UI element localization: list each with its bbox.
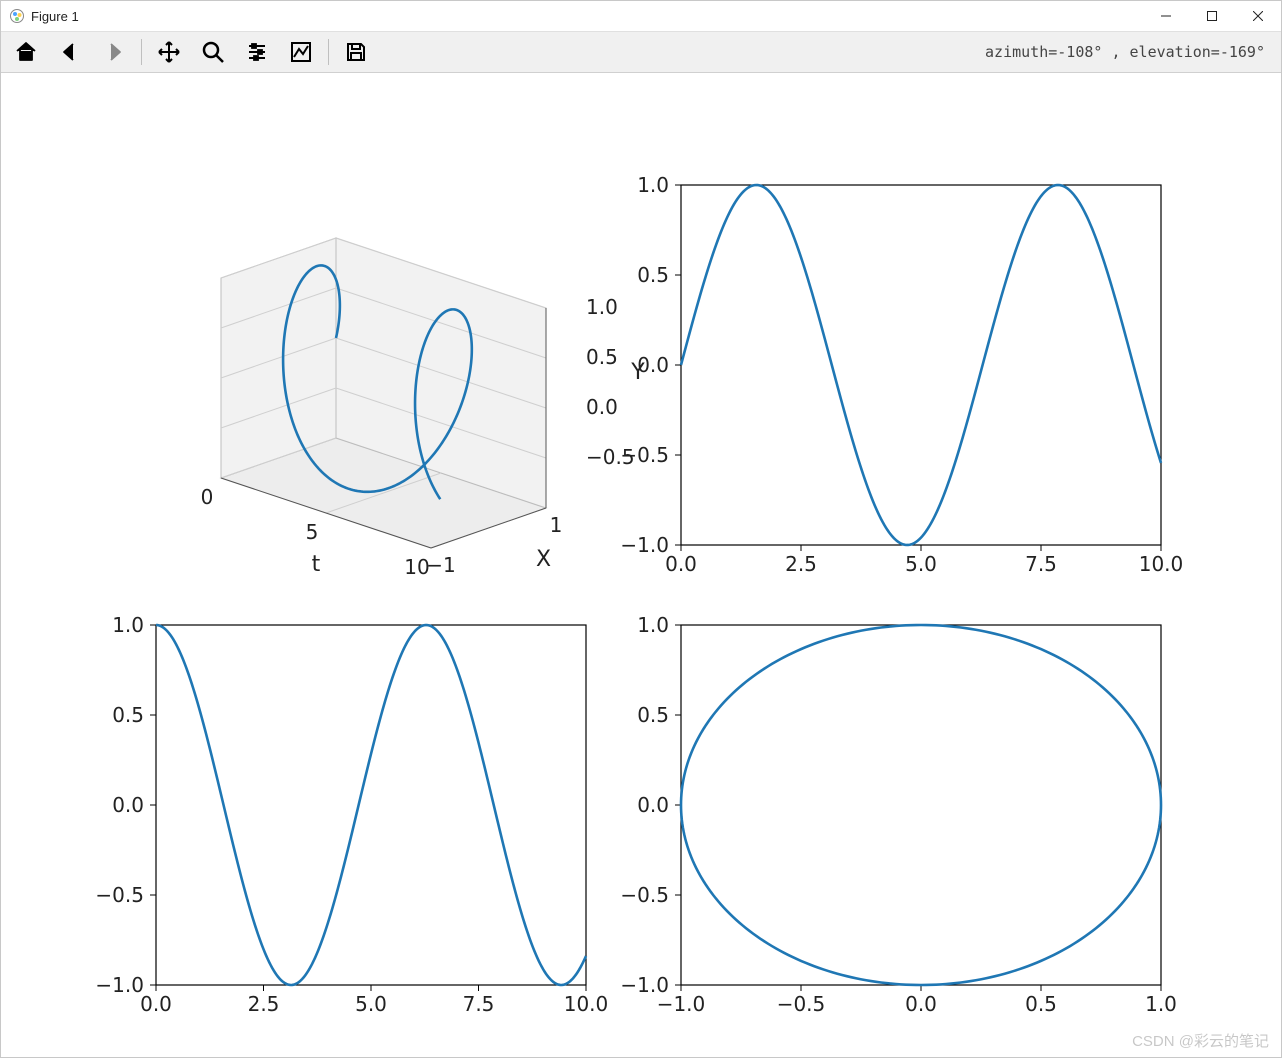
svg-text:0.0: 0.0 [905,992,937,1016]
svg-text:5.0: 5.0 [355,992,387,1016]
svg-text:5.0: 5.0 [905,552,937,576]
svg-text:−0.5: −0.5 [777,992,826,1016]
svg-text:1: 1 [550,513,563,537]
save-icon[interactable] [335,33,377,71]
subplot-p22: −1.0−0.50.00.51.0−1.0−0.50.00.51.0 [620,613,1176,1016]
svg-text:−1.0: −1.0 [620,973,669,997]
pan-icon[interactable] [148,33,190,71]
forward-icon[interactable] [93,33,135,71]
svg-text:0.5: 0.5 [637,703,669,727]
app-window: Figure 1 azimuth=-108° , elevation=-169°… [0,0,1282,1058]
toolbar-separator [141,39,142,65]
svg-text:0.0: 0.0 [637,793,669,817]
svg-text:−1.0: −1.0 [620,533,669,557]
svg-text:10.0: 10.0 [564,992,609,1016]
svg-text:2.5: 2.5 [785,552,817,576]
home-icon[interactable] [5,33,47,71]
svg-text:0.5: 0.5 [112,703,144,727]
svg-text:−0.5: −0.5 [620,883,669,907]
svg-text:X: X [536,547,551,572]
svg-text:0.0: 0.0 [665,552,697,576]
edit-axes-icon[interactable] [280,33,322,71]
titlebar: Figure 1 [1,1,1281,32]
svg-text:1.0: 1.0 [637,613,669,637]
configure-subplots-icon[interactable] [236,33,278,71]
svg-text:7.5: 7.5 [1025,552,1057,576]
app-icon [9,8,25,24]
svg-text:t: t [312,552,321,577]
svg-text:−0.5: −0.5 [586,445,635,469]
matplotlib-toolbar: azimuth=-108° , elevation=-169° [1,32,1281,73]
subplot-p21: 0.0 2.5 5.0 7.5 10.0 −1.0 −0.5 0.0 0.5 1.0 [95,613,608,1016]
minimize-button[interactable] [1143,1,1189,31]
svg-text:1.0: 1.0 [637,173,669,197]
svg-text:0.5: 0.5 [1025,992,1057,1016]
svg-text:5: 5 [306,520,319,544]
svg-text:Y: Y [630,360,645,385]
svg-text:7.5: 7.5 [463,992,495,1016]
svg-text:−1: −1 [426,553,455,577]
svg-text:0.5: 0.5 [586,345,618,369]
toolbar-separator [328,39,329,65]
back-icon[interactable] [49,33,91,71]
svg-text:0: 0 [201,485,214,509]
maximize-button[interactable] [1189,1,1235,31]
figure-canvas[interactable]: 0.02.55.07.510.0−1.0−0.50.00.51.00.02.55… [1,73,1281,1057]
svg-text:0.0: 0.0 [586,395,618,419]
svg-text:1.0: 1.0 [586,295,618,319]
svg-text:1.0: 1.0 [112,613,144,637]
svg-text:0.0: 0.0 [112,793,144,817]
svg-text:0.0: 0.0 [140,992,172,1016]
close-button[interactable] [1235,1,1281,31]
svg-text:0.5: 0.5 [637,263,669,287]
svg-text:−1.0: −1.0 [95,973,144,997]
svg-text:2.5: 2.5 [248,992,280,1016]
svg-text:1.0: 1.0 [1145,992,1177,1016]
svg-text:−0.5: −0.5 [95,883,144,907]
view-status-text: azimuth=-108° , elevation=-169° [985,43,1277,61]
zoom-icon[interactable] [192,33,234,71]
svg-text:10.0: 10.0 [1139,552,1184,576]
subplot-3d: 0510−11−0.50.00.51.0tXY [201,238,646,579]
subplot-p12: 0.02.55.07.510.0−1.0−0.50.00.51.0 [620,173,1183,576]
window-title: Figure 1 [31,9,79,24]
